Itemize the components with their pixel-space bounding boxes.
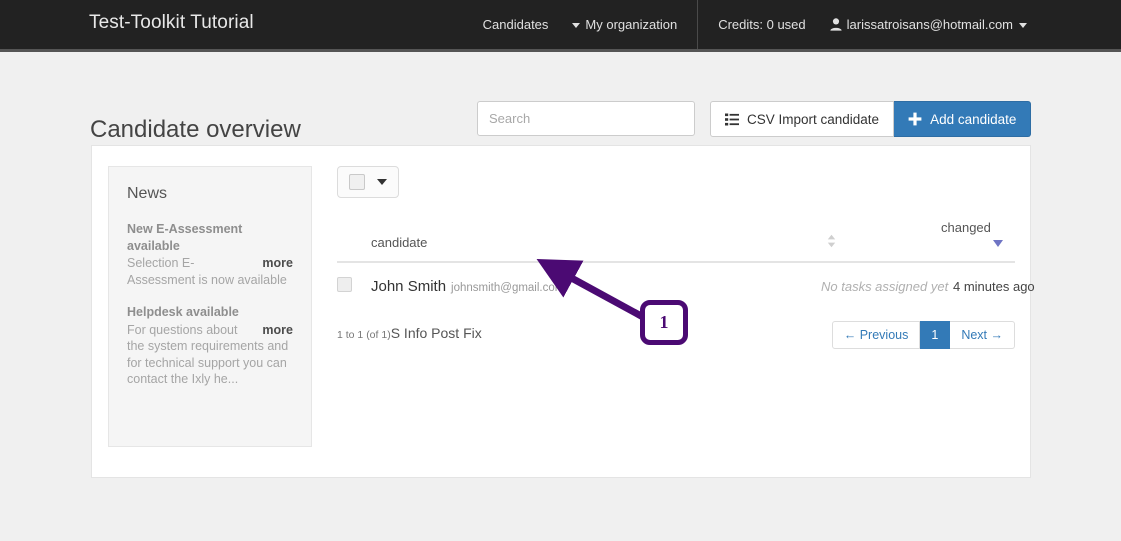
row-select-checkbox[interactable] xyxy=(337,277,352,292)
csv-import-candidate-button[interactable]: CSV Import candidate xyxy=(710,101,894,137)
pagination-next[interactable]: Next → xyxy=(950,321,1015,349)
add-candidate-label: Add candidate xyxy=(930,112,1016,127)
user-email-label: larissatroisans@hotmail.com xyxy=(847,17,1013,32)
pagination-previous[interactable]: ← Previous xyxy=(832,321,921,349)
user-icon xyxy=(830,18,842,34)
news-item: New E-Assessment available more Selectio… xyxy=(127,221,293,288)
candidate-table: candidate changed xyxy=(337,220,1015,307)
column-header-candidate-label: candidate xyxy=(371,235,427,250)
top-navbar: Test-Toolkit Tutorial Candidates My orga… xyxy=(0,0,1121,52)
news-item: Helpdesk available more For questions ab… xyxy=(127,304,293,388)
news-item-more-link[interactable]: more xyxy=(262,255,293,272)
app-brand-title[interactable]: Test-Toolkit Tutorial xyxy=(89,12,254,34)
credits-label: Credits: 0 used xyxy=(718,17,805,32)
plus-icon xyxy=(908,112,922,126)
header-checkbox-cell xyxy=(337,220,371,262)
news-panel: News New E-Assessment available more Sel… xyxy=(108,166,312,447)
result-count: 1 to 1 (of 1)S Info Post Fix xyxy=(337,325,482,343)
candidate-name[interactable]: John Smith xyxy=(371,278,446,295)
column-header-changed[interactable]: changed xyxy=(941,220,1015,262)
news-item-title: Helpdesk available xyxy=(127,304,293,321)
nav-item-user-menu[interactable]: larissatroisans@hotmail.com xyxy=(818,0,1039,49)
column-header-candidate[interactable]: candidate xyxy=(371,220,821,262)
row-candidate-cell[interactable]: John Smith johnsmith@gmail.com xyxy=(371,262,821,307)
table-row[interactable]: John Smith johnsmith@gmail.com No tasks a… xyxy=(337,262,1015,307)
candidate-table-area: candidate changed xyxy=(337,166,1015,355)
column-sort-candidate-cell[interactable] xyxy=(821,220,941,262)
select-all-checkbox[interactable] xyxy=(349,174,365,190)
news-item-body: more For questions about the system requ… xyxy=(127,322,293,388)
pagination-page-1[interactable]: 1 xyxy=(920,321,950,349)
candidate-table-body: John Smith johnsmith@gmail.com No tasks a… xyxy=(337,262,1015,307)
add-candidate-button[interactable]: Add candidate xyxy=(894,101,1031,137)
caret-down-icon xyxy=(377,179,387,185)
news-item-title: New E-Assessment available xyxy=(127,221,293,254)
page-title: Candidate overview xyxy=(90,116,301,144)
page-header: Candidate overview CSV Import candidate xyxy=(0,52,1121,145)
nav-item-candidates-label: Candidates xyxy=(483,17,549,32)
news-item-body: more Selection E-Assessment is now avail… xyxy=(127,255,293,288)
row-tasks-status: No tasks assigned yet xyxy=(821,262,941,307)
bulk-select-dropdown[interactable] xyxy=(337,166,399,198)
pagination: ← Previous 1 Next → xyxy=(832,321,1015,349)
main-content-panel: News New E-Assessment available more Sel… xyxy=(91,145,1031,478)
nav-item-candidates[interactable]: Candidates xyxy=(471,0,561,49)
nav-item-my-organization-label: My organization xyxy=(585,17,677,32)
row-changed-value: 4 minutes ago xyxy=(941,262,1015,307)
navbar-divider xyxy=(697,0,698,49)
candidate-table-head: candidate changed xyxy=(337,220,1015,262)
news-item-more-link[interactable]: more xyxy=(262,322,293,339)
nav-item-my-organization[interactable]: My organization xyxy=(560,0,689,49)
list-icon xyxy=(725,113,739,126)
result-count-range: 1 to 1 (of 1) xyxy=(337,329,391,341)
chevron-down-icon xyxy=(1019,23,1027,28)
table-header-row: candidate changed xyxy=(337,220,1015,262)
caret-down-icon xyxy=(572,23,580,28)
row-checkbox-cell[interactable] xyxy=(337,262,371,307)
csv-import-candidate-label: CSV Import candidate xyxy=(747,112,879,127)
candidate-email[interactable]: johnsmith@gmail.com xyxy=(451,282,564,294)
result-count-suffix: S Info Post Fix xyxy=(391,325,482,341)
nav-item-credits[interactable]: Credits: 0 used xyxy=(706,0,817,49)
navbar-right-group: Candidates My organization Credits: 0 us… xyxy=(471,0,1039,49)
sort-desc-icon xyxy=(993,240,1003,247)
news-panel-title: News xyxy=(127,185,293,203)
header-actions: CSV Import candidate Add candidate xyxy=(710,101,1031,137)
sort-both-icon xyxy=(827,234,836,251)
search-input[interactable] xyxy=(477,101,695,136)
table-footer: 1 to 1 (of 1)S Info Post Fix ← Previous … xyxy=(337,321,1015,355)
column-header-changed-label: changed xyxy=(941,220,991,235)
